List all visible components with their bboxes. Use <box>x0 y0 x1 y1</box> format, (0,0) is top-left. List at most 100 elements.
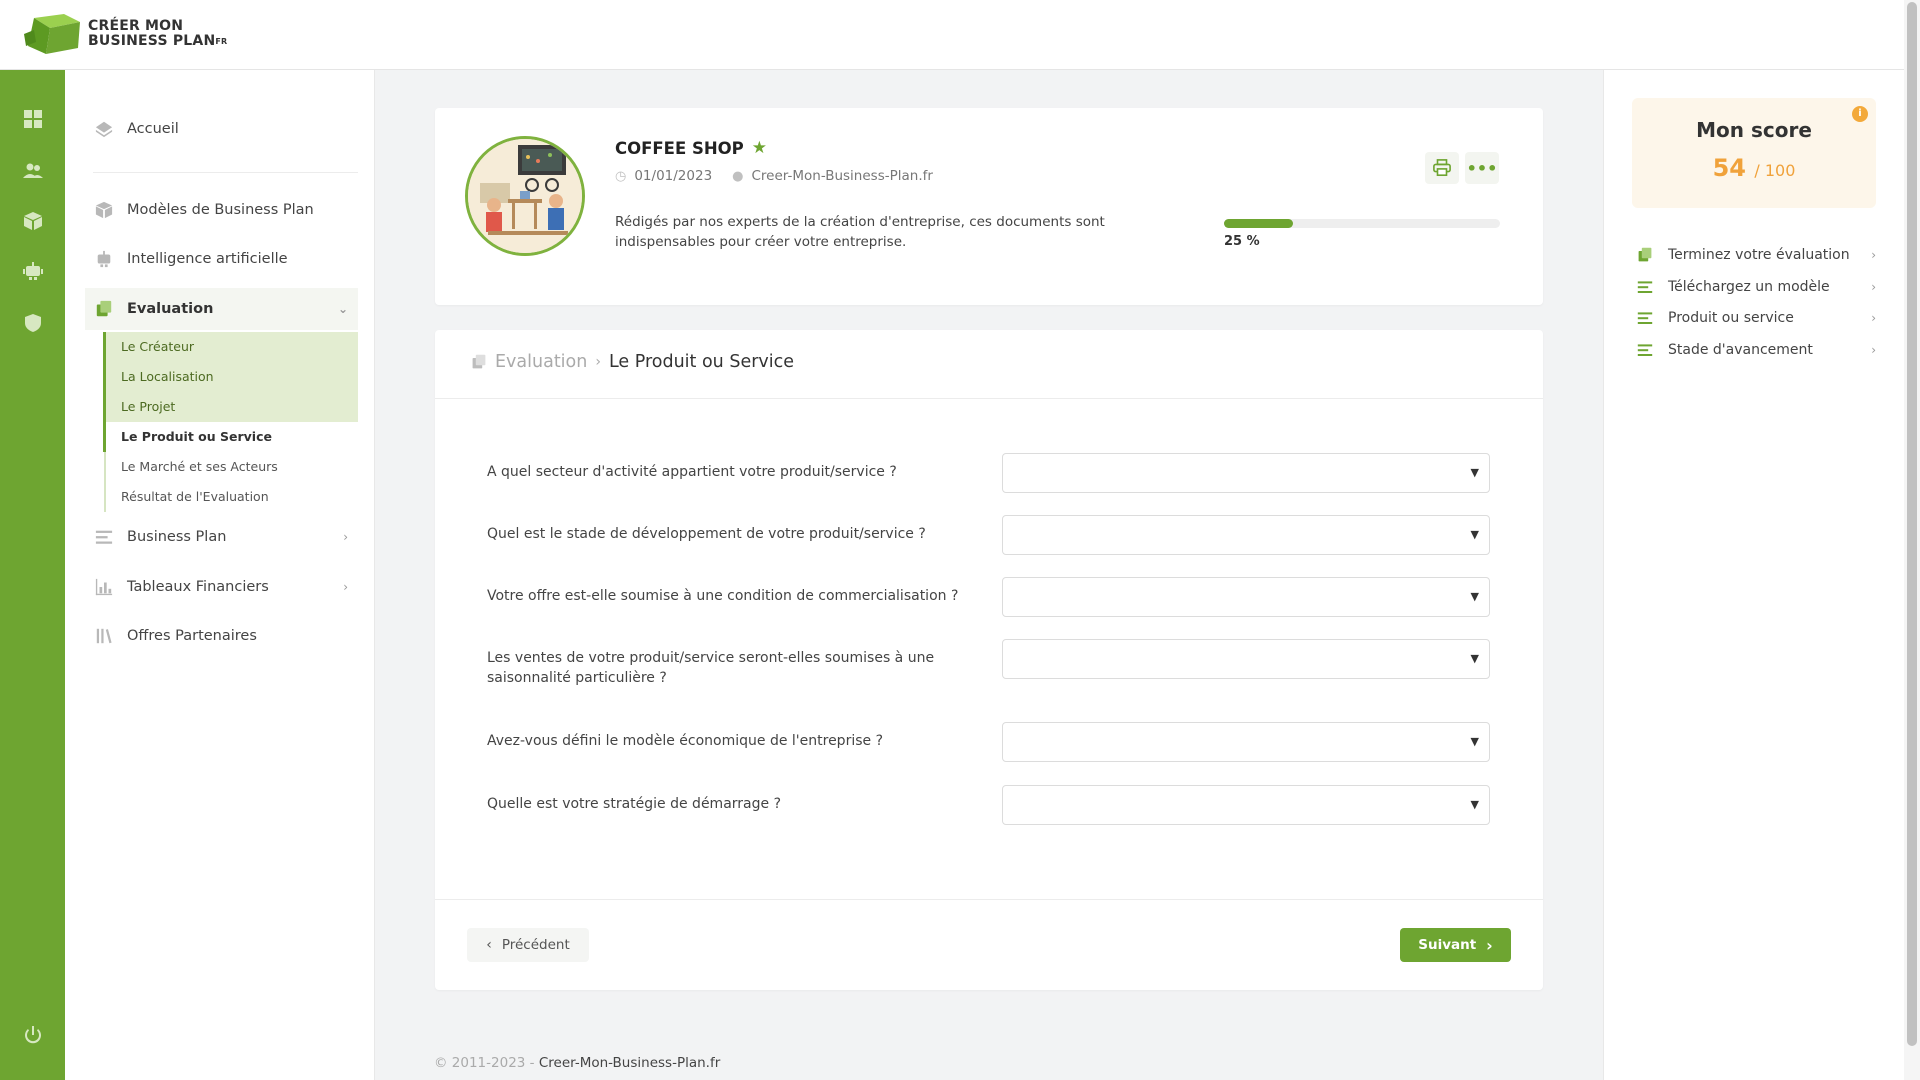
task-label: Terminez votre évaluation <box>1668 247 1850 263</box>
question-select[interactable]: ▼ <box>1002 785 1490 825</box>
box-icon <box>93 199 115 221</box>
shield-icon[interactable] <box>20 310 45 335</box>
prev-button-label: Précédent <box>501 937 570 953</box>
divider <box>93 172 358 173</box>
right-panel: i Mon score 54 / 100 Terminez votre éval… <box>1603 70 1904 1080</box>
sidebar-item-label: Tableaux Financiers <box>127 579 269 595</box>
task-label: Produit ou service <box>1668 310 1794 326</box>
logo[interactable]: CRÉER MON BUSINESS PLANFR <box>24 12 227 56</box>
question-label: Avez-vous défini le modèle économique de… <box>487 733 883 749</box>
page-footer: © 2011-2023 - Creer-Mon-Business-Plan.fr <box>434 1055 720 1071</box>
task-evaluation[interactable]: Terminez votre évaluation › <box>1636 243 1876 267</box>
project-description: Rédigés par nos experts de la création d… <box>615 214 1105 250</box>
power-icon[interactable] <box>20 1022 45 1047</box>
more-icon: ••• <box>1466 158 1498 178</box>
question-select[interactable]: ▼ <box>1002 577 1490 617</box>
sidebar-item-label: Evaluation <box>127 301 214 317</box>
project-author: Creer-Mon-Business-Plan.fr <box>751 168 933 184</box>
sidebar-item-ai[interactable]: Intelligence artificielle <box>93 245 358 273</box>
prev-button[interactable]: ‹ Précédent <box>467 928 589 962</box>
robot-icon <box>93 248 115 270</box>
print-button[interactable] <box>1425 152 1459 184</box>
question-label: Votre offre est-elle soumise à une condi… <box>487 588 959 604</box>
next-button-label: Suivant <box>1418 937 1477 953</box>
score-box: i Mon score 54 / 100 <box>1632 98 1876 208</box>
sub-item-produit[interactable]: Le Produit ou Service <box>103 422 358 452</box>
project-meta: ◷ 01/01/2023 ● Creer-Mon-Business-Plan.f… <box>615 168 933 184</box>
robot-icon[interactable] <box>20 258 45 283</box>
chevron-right-icon: › <box>595 354 601 370</box>
sidebar-item-partners[interactable]: Offres Partenaires <box>93 622 358 650</box>
users-icon[interactable] <box>20 158 45 183</box>
project-date: 01/01/2023 <box>634 168 713 184</box>
scrollbar[interactable] <box>1904 0 1920 1080</box>
chevron-down-icon: ▼ <box>1470 798 1479 811</box>
sub-item-projet[interactable]: Le Projet <box>103 392 358 422</box>
progress-label: 25 % <box>1224 234 1260 249</box>
print-icon <box>1433 159 1451 177</box>
top-header: CRÉER MON BUSINESS PLANFR <box>0 0 1904 70</box>
scrollbar-thumb[interactable] <box>1907 2 1917 1046</box>
question-label: Les ventes de votre produit/service sero… <box>487 650 935 686</box>
lines-icon <box>1636 341 1654 359</box>
dashboard-icon[interactable] <box>20 106 45 131</box>
task-download-model[interactable]: Téléchargez un modèle › <box>1636 275 1876 299</box>
user-icon: ● <box>732 168 744 184</box>
project-title: COFFEE SHOP ★ <box>615 138 767 158</box>
question-select[interactable]: ▼ <box>1002 453 1490 493</box>
evaluation-icon <box>93 298 115 320</box>
project-card: COFFEE SHOP ★ ◷ 01/01/2023 ● Creer-Mon-B… <box>435 108 1543 305</box>
score-value: 54 / 100 <box>1632 154 1876 182</box>
star-icon[interactable]: ★ <box>752 138 767 158</box>
sidebar-item-label: Accueil <box>127 121 179 137</box>
task-progress-stage[interactable]: Stade d'avancement › <box>1636 338 1876 362</box>
box-icon[interactable] <box>20 208 45 233</box>
sub-item-resultat[interactable]: Résultat de l'Evaluation <box>104 482 358 512</box>
more-button[interactable]: ••• <box>1465 152 1499 184</box>
chevron-right-icon: › <box>1486 935 1493 955</box>
chevron-right-icon: › <box>1871 311 1876 325</box>
question-label: A quel secteur d'activité appartient vot… <box>487 464 897 480</box>
question-label: Quel est le stade de développement de vo… <box>487 526 926 542</box>
chevron-right-icon: › <box>1871 343 1876 357</box>
evaluation-icon <box>472 354 486 369</box>
footer-copyright: © 2011-2023 - <box>434 1055 535 1071</box>
sidebar-item-business-plan[interactable]: Business Plan › <box>93 523 358 551</box>
books-icon <box>93 625 115 647</box>
logo-text: CRÉER MON BUSINESS PLANFR <box>88 18 228 49</box>
score-max: / 100 <box>1754 161 1796 180</box>
icon-rail <box>0 70 65 1080</box>
divider <box>435 398 1543 399</box>
sub-item-createur[interactable]: Le Créateur <box>103 332 358 362</box>
sidebar-item-home[interactable]: Accueil <box>93 115 358 143</box>
question-select[interactable]: ▼ <box>1002 639 1490 679</box>
sub-item-localisation[interactable]: La Localisation <box>103 362 358 392</box>
breadcrumb-parent[interactable]: Evaluation <box>495 352 587 372</box>
task-label: Téléchargez un modèle <box>1668 279 1830 295</box>
evaluation-sublist: Le Créateur La Localisation Le Projet Le… <box>103 332 358 512</box>
project-title-text: COFFEE SHOP <box>615 138 744 158</box>
sidebar-item-label: Intelligence artificielle <box>127 251 288 267</box>
next-button[interactable]: Suivant › <box>1400 928 1511 962</box>
chevron-down-icon: ▼ <box>1470 590 1479 603</box>
chevron-down-icon: ⌄ <box>337 302 348 316</box>
chevron-down-icon: ▼ <box>1470 466 1479 479</box>
progress-bar <box>1224 219 1500 228</box>
chevron-down-icon: ▼ <box>1470 528 1479 541</box>
question-select[interactable]: ▼ <box>1002 722 1490 762</box>
chevron-right-icon: › <box>343 580 348 594</box>
sidebar: Accueil Modèles de Business Plan Intelli… <box>65 70 375 1080</box>
evaluation-icon <box>1636 246 1654 264</box>
sidebar-item-models[interactable]: Modèles de Business Plan <box>93 196 358 224</box>
footer-brand-link[interactable]: Creer-Mon-Business-Plan.fr <box>539 1055 720 1071</box>
sub-item-marche[interactable]: Le Marché et ses Acteurs <box>104 452 358 482</box>
task-product-service[interactable]: Produit ou service › <box>1636 306 1876 330</box>
breadcrumb-current: Le Produit ou Service <box>608 352 795 372</box>
layers-icon <box>93 118 115 140</box>
question-select[interactable]: ▼ <box>1002 515 1490 555</box>
form-footer: ‹ Précédent Suivant › <box>435 900 1543 990</box>
sidebar-item-evaluation[interactable]: Evaluation ⌄ <box>93 295 358 323</box>
lines-icon <box>93 526 115 548</box>
sidebar-item-financial[interactable]: Tableaux Financiers › <box>93 573 358 601</box>
sidebar-item-label: Business Plan <box>127 529 227 545</box>
